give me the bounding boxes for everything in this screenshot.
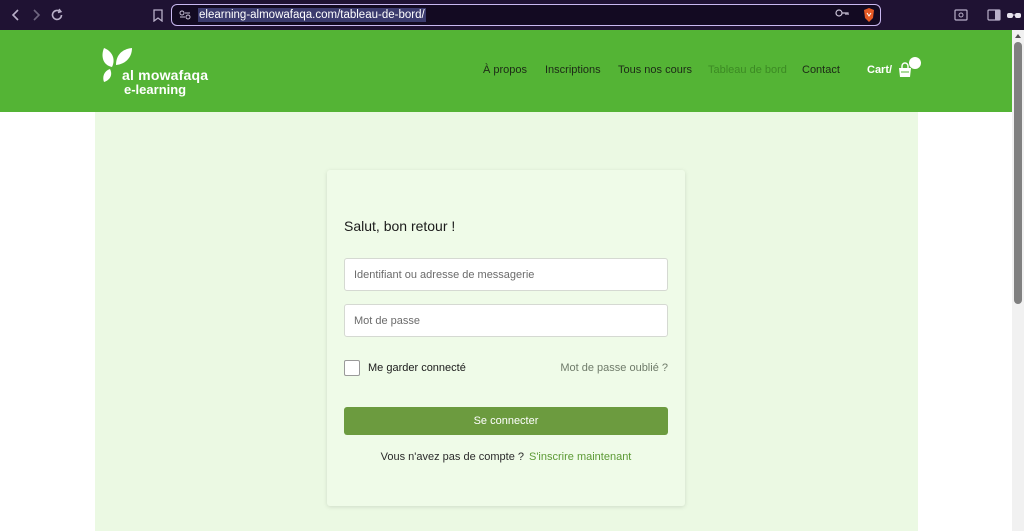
no-account-row: Vous n'avez pas de compte ? S'inscrire ma…	[327, 451, 685, 463]
nav-tableau-de-bord[interactable]: Tableau de bord	[708, 64, 787, 76]
register-link[interactable]: S'inscrire maintenant	[529, 451, 631, 463]
nav-contact[interactable]: Contact	[802, 64, 840, 76]
cart-link[interactable]: Cart/	[867, 64, 892, 76]
password-input[interactable]	[344, 304, 668, 337]
nav-inscriptions[interactable]: Inscriptions	[545, 64, 601, 76]
login-card: Salut, bon retour ! Me garder connecté M…	[327, 170, 685, 506]
site-header: al mowafaqa e-learning À propos Inscript…	[0, 30, 1012, 112]
reload-icon[interactable]	[47, 5, 67, 25]
no-account-text: Vous n'avez pas de compte ?	[380, 451, 524, 463]
login-button[interactable]: Se connecter	[344, 407, 668, 435]
forgot-password-link[interactable]: Mot de passe oublié ?	[560, 362, 668, 374]
url-text[interactable]: elearning-almowafaqa.com/tableau-de-bord…	[198, 8, 426, 22]
scroll-up-arrow-icon[interactable]	[1015, 34, 1021, 38]
bookmark-icon[interactable]	[148, 5, 168, 25]
profile-glasses-icon[interactable]	[1006, 9, 1022, 21]
screenshot-icon[interactable]	[953, 7, 969, 23]
back-icon[interactable]	[6, 5, 26, 25]
scroll-thumb[interactable]	[1014, 42, 1022, 304]
logo-text-line2: e-learning	[124, 82, 187, 97]
forward-icon[interactable]	[26, 5, 46, 25]
cart-count-badge	[909, 57, 921, 69]
nav-a-propos[interactable]: À propos	[483, 64, 527, 76]
page-scrollbar[interactable]	[1012, 30, 1024, 531]
address-bar[interactable]: elearning-almowafaqa.com/tableau-de-bord…	[171, 4, 881, 26]
username-input[interactable]	[344, 258, 668, 291]
site-logo[interactable]: al mowafaqa e-learning	[100, 45, 210, 97]
sidebar-toggle-icon[interactable]	[986, 7, 1002, 23]
logo-text-line1: al mowafaqa	[122, 67, 209, 83]
site-settings-icon[interactable]	[178, 8, 192, 22]
remember-me-label[interactable]: Me garder connecté	[368, 362, 466, 374]
remember-me-checkbox[interactable]	[344, 360, 360, 376]
nav-tous-nos-cours[interactable]: Tous nos cours	[618, 64, 692, 76]
login-title: Salut, bon retour !	[344, 218, 456, 234]
password-key-icon[interactable]	[835, 8, 849, 21]
brave-shield-icon[interactable]	[862, 7, 876, 23]
browser-toolbar: elearning-almowafaqa.com/tableau-de-bord…	[0, 0, 1024, 30]
